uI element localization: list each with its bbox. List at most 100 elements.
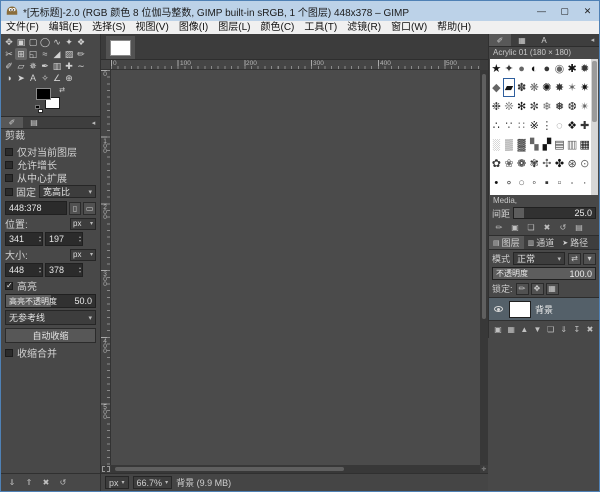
- close-button[interactable]: ✕: [576, 1, 599, 21]
- brush-cell[interactable]: ✹: [578, 59, 591, 78]
- fuzzy-select-tool[interactable]: ✦: [63, 36, 75, 48]
- brush-cell[interactable]: ⊙: [578, 154, 591, 173]
- minimize-button[interactable]: —: [530, 1, 553, 21]
- horizontal-scrollbar[interactable]: [111, 465, 480, 473]
- guides-dropdown[interactable]: 无参考线: [5, 310, 96, 325]
- reset-tool-options-icon[interactable]: ↺: [56, 476, 70, 489]
- switch-mode-group-icon[interactable]: ⇄: [568, 252, 581, 265]
- layer-row[interactable]: 背景: [489, 298, 599, 320]
- tab-brushes[interactable]: ✐: [489, 34, 511, 46]
- tab-patterns[interactable]: ▦: [511, 34, 533, 46]
- refresh-brushes-icon[interactable]: ↺: [556, 221, 570, 234]
- menu-item-edit[interactable]: 编辑(E): [44, 21, 87, 34]
- menu-item-colors[interactable]: 颜色(C): [256, 21, 300, 34]
- brush-cell[interactable]: ✸: [553, 78, 566, 97]
- eraser-tool[interactable]: ▱: [15, 60, 27, 72]
- color-picker-tool[interactable]: ✧: [39, 72, 51, 84]
- brush-cell[interactable]: ○: [515, 173, 528, 192]
- brush-cell[interactable]: ⊛: [566, 154, 579, 173]
- paths-tool[interactable]: ➤: [15, 72, 27, 84]
- brush-cell[interactable]: ✼: [528, 97, 541, 116]
- scrollbar-thumb[interactable]: [592, 61, 597, 123]
- brush-cell[interactable]: ❅: [553, 97, 566, 116]
- brush-spacing-slider[interactable]: 25.0: [513, 207, 596, 219]
- brush-cell[interactable]: ●: [515, 59, 528, 78]
- spinner-arrows-icon[interactable]: [39, 235, 41, 242]
- ellipse-select-tool[interactable]: ◯: [39, 36, 51, 48]
- brush-cell[interactable]: ▒: [503, 135, 516, 154]
- brush-cell[interactable]: ▪: [541, 173, 554, 192]
- menu-item-file[interactable]: 文件(F): [1, 21, 44, 34]
- brush-cell[interactable]: ❊: [503, 97, 516, 116]
- heal-tool[interactable]: ✚: [63, 60, 75, 72]
- scrollbar-thumb[interactable]: [482, 74, 486, 319]
- position-unit-dropdown[interactable]: px: [70, 217, 96, 230]
- save-tool-preset-icon[interactable]: ⇓: [5, 476, 19, 489]
- option-expand-from-center[interactable]: 从中心扩展: [5, 171, 96, 185]
- brush-cell[interactable]: ▓: [515, 135, 528, 154]
- brush-cell[interactable]: ∷: [515, 116, 528, 135]
- scissors-select-tool[interactable]: ✂: [3, 48, 15, 60]
- position-y-field[interactable]: 197: [45, 232, 83, 246]
- tab-paths[interactable]: ➤ 路径: [558, 236, 592, 249]
- brush-cell[interactable]: ✶: [566, 78, 579, 97]
- menu-item-view[interactable]: 视图(V): [130, 21, 173, 34]
- paintbrush-tool[interactable]: ✐: [3, 60, 15, 72]
- portrait-icon[interactable]: ▯: [68, 201, 82, 215]
- brush-cell[interactable]: ✴: [578, 97, 591, 116]
- select-by-color-tool[interactable]: ❖: [75, 36, 87, 48]
- navigation-icon[interactable]: ✛: [480, 465, 488, 473]
- crop-tool[interactable]: ⊞: [15, 48, 27, 60]
- rectangle-select-tool[interactable]: ▢: [27, 36, 39, 48]
- menu-item-filters[interactable]: 滤镜(R): [342, 21, 386, 34]
- brush-cell[interactable]: ✚: [578, 116, 591, 135]
- swap-colors-icon[interactable]: ⇄: [59, 87, 65, 94]
- duplicate-brush-icon[interactable]: ❏: [524, 221, 538, 234]
- brush-cell[interactable]: ❆: [566, 97, 579, 116]
- dock-menu-icon[interactable]: [87, 117, 100, 128]
- duplicate-layer-icon[interactable]: ❏: [546, 323, 556, 336]
- aspect-ratio-input[interactable]: 448:378: [5, 201, 67, 215]
- size-height-field[interactable]: 378: [45, 263, 83, 277]
- canvas[interactable]: [111, 70, 480, 465]
- zoom-dropdown[interactable]: 66.7%: [132, 476, 173, 489]
- tab-channels[interactable]: ▥ 通道: [524, 236, 559, 249]
- option-highlight[interactable]: 高亮: [5, 279, 96, 293]
- airbrush-tool[interactable]: ✵: [27, 60, 39, 72]
- brush-cell[interactable]: ▥: [566, 135, 579, 154]
- brush-cell[interactable]: ◦: [528, 173, 541, 192]
- brush-cell[interactable]: ❀: [503, 154, 516, 173]
- brush-cell[interactable]: ◐: [528, 59, 541, 78]
- brush-cell[interactable]: ●: [541, 59, 554, 78]
- unit-dropdown[interactable]: px: [105, 476, 129, 489]
- brush-cell[interactable]: ▦: [578, 135, 591, 154]
- layer-opacity-slider[interactable]: 不透明度 100.0: [492, 267, 596, 280]
- brush-cell[interactable]: ∙: [566, 173, 579, 192]
- menu-item-layer[interactable]: 图层(L): [213, 21, 255, 34]
- vertical-ruler[interactable]: 0 100 200 300 400 500: [101, 70, 111, 465]
- checkbox-icon[interactable]: [5, 187, 13, 196]
- zoom-tool[interactable]: ⊕: [63, 72, 75, 84]
- new-brush-icon[interactable]: ▣: [508, 221, 522, 234]
- brush-cell[interactable]: ❋: [528, 78, 541, 97]
- brush-cell[interactable]: ◉: [553, 59, 566, 78]
- brush-cell[interactable]: ∴: [490, 116, 503, 135]
- scrollbar-thumb[interactable]: [115, 467, 344, 471]
- brush-cell[interactable]: ·: [578, 173, 591, 192]
- menu-item-select[interactable]: 选择(S): [87, 21, 130, 34]
- fixed-type-dropdown[interactable]: 宽高比: [39, 185, 96, 198]
- warp-tool[interactable]: ≈: [39, 48, 51, 60]
- pencil-tool[interactable]: ✏: [75, 48, 87, 60]
- menu-item-help[interactable]: 帮助(H): [432, 21, 476, 34]
- mode-menu-icon[interactable]: ▾: [583, 252, 596, 265]
- brush-cell[interactable]: ▫: [553, 173, 566, 192]
- maximize-button[interactable]: ▢: [553, 1, 576, 21]
- option-shrink-merged[interactable]: 收缩合并: [5, 346, 96, 360]
- delete-brush-icon[interactable]: ✖: [540, 221, 554, 234]
- brush-cell[interactable]: ✺: [541, 78, 554, 97]
- brush-cell[interactable]: ✾: [528, 154, 541, 173]
- brush-scrollbar[interactable]: [591, 59, 598, 195]
- brush-cell[interactable]: ✽: [515, 78, 528, 97]
- image-tab[interactable]: [106, 36, 135, 59]
- vertical-scrollbar[interactable]: [480, 70, 488, 465]
